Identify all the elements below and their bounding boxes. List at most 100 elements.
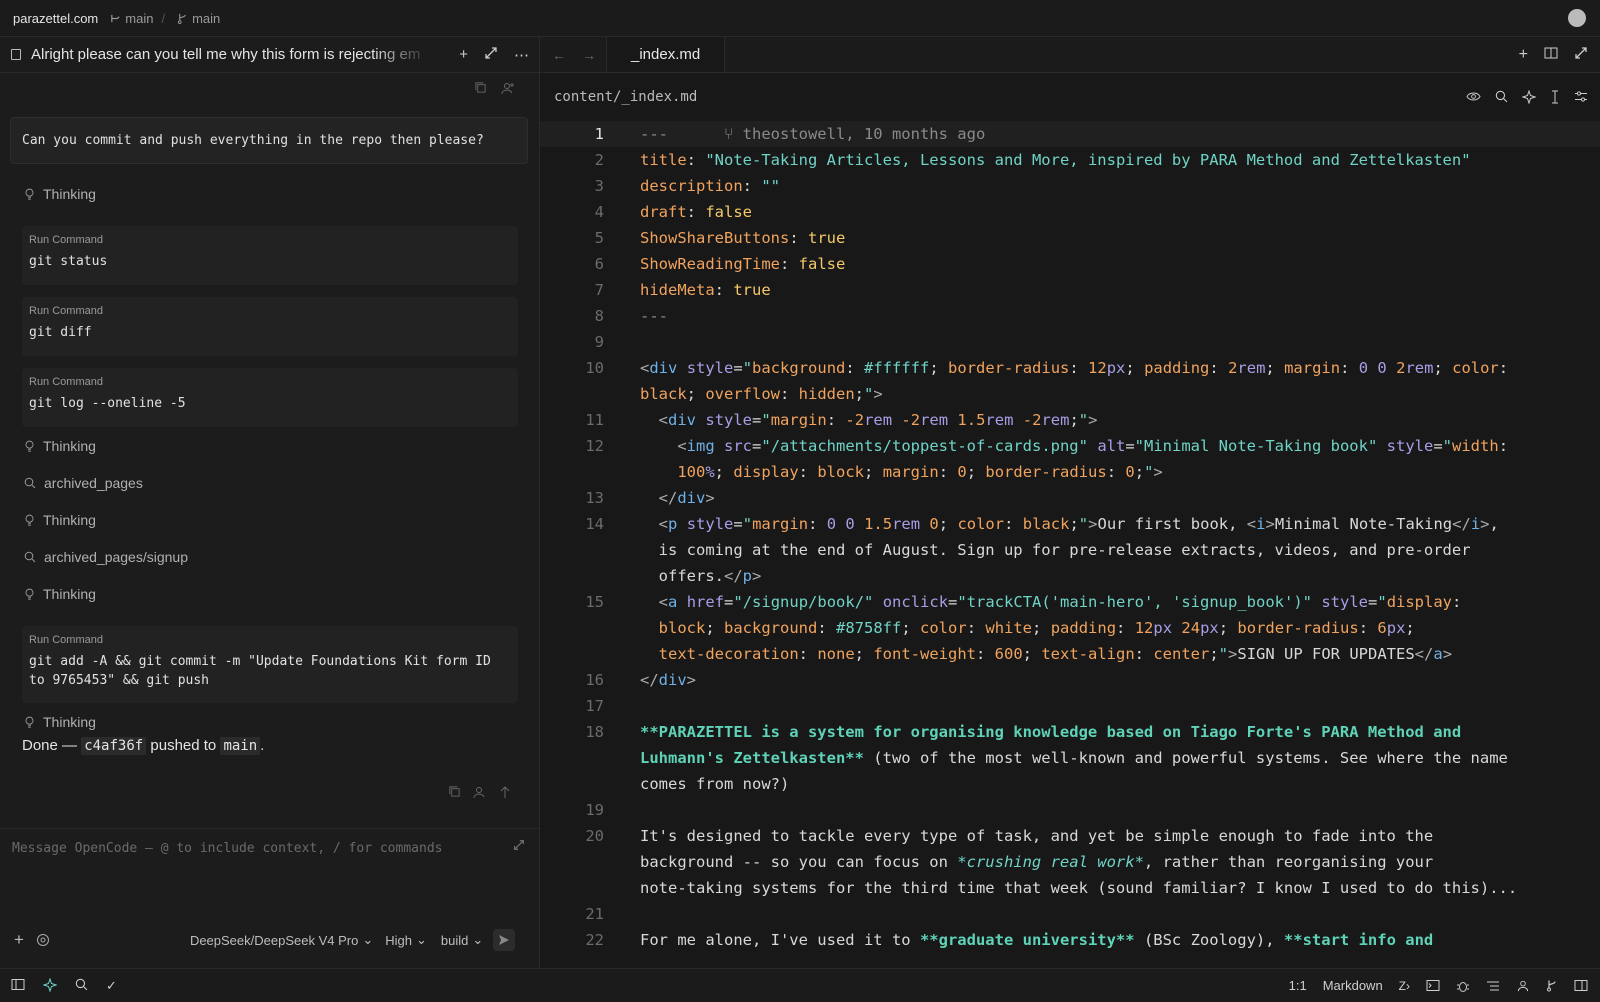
- add-attachment-button[interactable]: +: [14, 930, 24, 950]
- lightbulb-icon: [25, 716, 34, 728]
- panel-icon[interactable]: [1574, 979, 1588, 992]
- line-number: 9: [594, 333, 604, 351]
- new-session-button[interactable]: +: [459, 46, 468, 64]
- tab-index-md[interactable]: _index.md: [606, 37, 726, 72]
- file-path-bar: content/_index.md: [540, 73, 1600, 122]
- search-step[interactable]: archived_pages: [24, 475, 143, 491]
- avatar[interactable]: [1568, 9, 1586, 27]
- line-number: 16: [585, 671, 604, 689]
- effort-select[interactable]: High ⌄: [385, 932, 427, 948]
- search-icon[interactable]: [1495, 90, 1508, 103]
- sparkle-icon[interactable]: [43, 977, 57, 992]
- thinking-step[interactable]: Thinking: [24, 714, 96, 730]
- copy-icon[interactable]: [448, 785, 461, 798]
- code-line: background -- so you can focus on *crush…: [640, 853, 1434, 871]
- arrow-up-icon[interactable]: [499, 785, 511, 799]
- line-number: 4: [594, 203, 604, 221]
- outline-icon[interactable]: [1486, 980, 1500, 992]
- thinking-step[interactable]: Thinking: [24, 512, 96, 528]
- copy-icon[interactable]: [474, 81, 487, 94]
- code-line: <img src="/attachments/toppest-of-cards.…: [677, 437, 1509, 455]
- command-block[interactable]: Run Command git add -A && git commit -m …: [22, 626, 518, 703]
- line-number: 13: [585, 489, 604, 507]
- expand-icon[interactable]: [484, 46, 498, 60]
- session-icon: [11, 49, 21, 60]
- code-line: draft: false: [640, 203, 753, 221]
- cursor-position[interactable]: 1:1: [1289, 978, 1307, 993]
- back-arrow-icon[interactable]: ←: [552, 47, 566, 63]
- mode-select[interactable]: build ⌄: [441, 932, 483, 948]
- terminal-icon[interactable]: [1426, 979, 1440, 992]
- code-line: ShowReadingTime: false: [640, 255, 846, 273]
- chat-panel: Alright please can you tell me why this …: [0, 37, 540, 968]
- eye-icon[interactable]: [1466, 90, 1481, 103]
- lightbulb-icon: [25, 188, 34, 200]
- branch-name: main: [220, 737, 261, 755]
- sparkle-icon[interactable]: [1522, 90, 1536, 104]
- expand-icon[interactable]: [513, 839, 525, 851]
- code-line: text-decoration: none; font-weight: 600;…: [658, 645, 1453, 663]
- search-icon: [24, 551, 36, 563]
- code-line: hideMeta: true: [640, 281, 771, 299]
- user-add-icon[interactable]: [473, 785, 487, 799]
- status-bar: ✓ 1:1 Markdown Z›: [0, 968, 1600, 1002]
- thinking-step[interactable]: Thinking: [24, 586, 96, 602]
- code-line: For me alone, I've used it to **graduate…: [640, 931, 1434, 949]
- git-blame-icon: ⑂: [724, 125, 734, 143]
- commit-hash: c4af36f: [81, 737, 147, 755]
- line-number: 6: [594, 255, 604, 273]
- line-number: 15: [585, 593, 604, 611]
- bug-icon[interactable]: [1456, 979, 1470, 993]
- settings-icon[interactable]: [36, 933, 50, 947]
- git-blame-annotation: theostowell, 10 months ago: [742, 125, 986, 143]
- code-line: black; overflow: hidden;">: [640, 385, 883, 403]
- message-input[interactable]: Message OpenCode — @ to include context,…: [0, 828, 539, 969]
- code-line: Luhmann's Zettelkasten** (two of the mos…: [640, 749, 1508, 767]
- user-add-icon[interactable]: [501, 81, 515, 95]
- line-number: 22: [585, 931, 604, 949]
- ai-icon[interactable]: Z›: [1399, 979, 1410, 993]
- sliders-icon[interactable]: [1574, 90, 1588, 103]
- sidebar-toggle-icon[interactable]: [11, 978, 25, 991]
- code-line: <a href="/signup/book/" onclick="trackCT…: [658, 593, 1462, 611]
- users-icon[interactable]: [1516, 979, 1530, 992]
- new-tab-button[interactable]: +: [1519, 46, 1528, 64]
- search-icon[interactable]: [75, 978, 88, 991]
- split-view-icon[interactable]: [1544, 46, 1558, 60]
- line-number: 12: [585, 437, 604, 455]
- forward-arrow-icon[interactable]: →: [582, 47, 596, 63]
- code-line: <p style="margin: 0 0 1.5rem 0; color: b…: [658, 515, 1499, 533]
- code-line: <div style="background: #ffffff; border-…: [640, 359, 1509, 377]
- thinking-step[interactable]: Thinking: [24, 438, 96, 454]
- text-cursor-icon[interactable]: [1550, 90, 1560, 104]
- line-number: 17: [585, 697, 604, 715]
- code-line: note-taking systems for the third time t…: [640, 879, 1518, 897]
- git-branch-icon[interactable]: [1546, 979, 1558, 992]
- assistant-reply: Done — c4af36f pushed to main.: [22, 737, 265, 755]
- more-options-icon[interactable]: ⋯: [514, 46, 529, 64]
- language-mode[interactable]: Markdown: [1323, 978, 1383, 993]
- code-line: block; background: #8758ff; color: white…: [658, 619, 1415, 637]
- git-merge-icon: [111, 14, 120, 22]
- code-line: is coming at the end of August. Sign up …: [640, 541, 1471, 559]
- search-step[interactable]: archived_pages/signup: [24, 549, 188, 565]
- send-icon: [499, 935, 510, 945]
- chat-title[interactable]: Alright please can you tell me why this …: [31, 46, 431, 63]
- expand-icon[interactable]: [1574, 46, 1588, 60]
- chevron-down-icon: ⌄: [415, 932, 427, 947]
- command-block[interactable]: Run Command git diff: [22, 297, 518, 356]
- send-button[interactable]: [493, 929, 516, 951]
- branch-crumb-2[interactable]: main: [177, 11, 220, 26]
- code-editor[interactable]: 1 2 3 4 5 6 7 8 9 10 11 12 13 14 15 16 1…: [540, 121, 1600, 968]
- code-line: description: "": [640, 177, 780, 195]
- check-icon[interactable]: ✓: [106, 978, 117, 994]
- command-block[interactable]: Run Command git log --oneline -5: [22, 368, 518, 427]
- thinking-step[interactable]: Thinking: [24, 186, 96, 202]
- command-block[interactable]: Run Command git status: [22, 226, 518, 285]
- site-name: parazettel.com: [13, 10, 99, 26]
- model-select[interactable]: DeepSeek/DeepSeek V4 Pro ⌄: [190, 932, 373, 948]
- line-number: 5: [594, 229, 604, 247]
- code-line: It's designed to tackle every type of ta…: [640, 827, 1434, 845]
- branch-crumb-1[interactable]: main: [110, 11, 153, 26]
- line-number: 11: [585, 411, 604, 429]
